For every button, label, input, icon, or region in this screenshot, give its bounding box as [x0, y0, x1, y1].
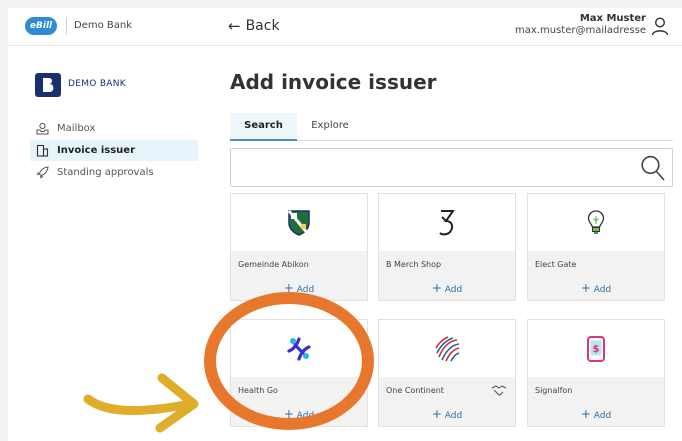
demo-bank-logo-icon	[35, 73, 61, 97]
add-label: Add	[444, 285, 463, 295]
issuer-card-b-merch-shop[interactable]: B Merch Shop + Add	[378, 193, 516, 301]
issuer-card-elect-gate[interactable]: Elect Gate + Add	[527, 193, 665, 301]
plus-icon: +	[580, 281, 591, 295]
back-label: Back	[245, 18, 280, 34]
add-issuer-button[interactable]: + Add	[231, 407, 367, 421]
search-input[interactable]	[230, 148, 673, 187]
card-logo-area	[379, 194, 515, 251]
card-logo-area	[231, 194, 367, 251]
add-issuer-button[interactable]: + Add	[528, 407, 664, 421]
add-label: Add	[593, 411, 612, 421]
mailbox-icon	[36, 122, 49, 135]
sidebar-item-label: Standing approvals	[57, 167, 154, 178]
add-issuer-button[interactable]: + Add	[528, 281, 664, 295]
sidebar-item-standing-approvals[interactable]: Standing approvals	[30, 162, 198, 183]
plus-icon: +	[431, 281, 442, 295]
back-arrow-icon: ←	[228, 17, 241, 35]
rocket-icon	[36, 166, 49, 179]
plus-icon: +	[283, 281, 294, 295]
add-issuer-button[interactable]: + Add	[231, 281, 367, 295]
user-name: Max Muster	[579, 13, 646, 24]
plus-icon: +	[431, 407, 442, 421]
issuer-card-signalfon[interactable]: $ Signalfon + Add	[527, 319, 665, 427]
add-label: Add	[296, 285, 315, 295]
sidebar-item-label: Invoice issuer	[57, 145, 136, 156]
plus-icon: +	[283, 407, 294, 421]
card-logo-area	[231, 320, 367, 377]
svg-text:$: $	[593, 344, 600, 355]
tab-bar: Search Explore	[230, 113, 673, 141]
back-button[interactable]: ← Back	[228, 17, 280, 35]
bank-name: Demo Bank	[74, 20, 133, 31]
health-go-logo-icon	[287, 336, 311, 361]
tab-explore[interactable]: Explore	[297, 113, 363, 141]
page-title: Add invoice issuer	[230, 70, 437, 94]
add-label: Add	[296, 411, 315, 421]
card-logo-area	[379, 320, 515, 377]
window-frame-top	[0, 0, 682, 8]
top-bar: eBill Demo Bank ← Back Max Muster max.mu…	[8, 8, 682, 46]
issuer-card-gemeinde-abikon[interactable]: Gemeinde Abikon + Add	[230, 193, 368, 301]
user-icon[interactable]	[650, 16, 670, 36]
add-issuer-button[interactable]: + Add	[379, 281, 515, 295]
plus-icon: +	[580, 407, 591, 421]
card-name: B Merch Shop	[386, 260, 442, 269]
top-divider	[66, 17, 67, 35]
add-label: Add	[593, 285, 612, 295]
add-issuer-button[interactable]: + Add	[379, 407, 515, 421]
window-frame-left	[0, 0, 8, 441]
sidebar-item-label: Mailbox	[57, 123, 96, 134]
handshake-icon	[491, 385, 507, 396]
add-label: Add	[444, 411, 463, 421]
shield-crest-icon	[288, 209, 310, 236]
issuer-card-health-go[interactable]: Health Go + Add	[230, 319, 368, 427]
card-name: Health Go	[238, 386, 278, 395]
demo-bank-logo-text: DEMO BANK	[68, 79, 126, 89]
globe-lines-icon	[435, 335, 460, 361]
search-icon[interactable]	[640, 154, 666, 182]
sidebar: DEMO BANK Mailbox Invoice issuer Standin…	[8, 46, 208, 441]
lightbulb-icon	[587, 209, 605, 234]
card-logo-area	[528, 194, 664, 251]
card-name: Elect Gate	[535, 260, 577, 269]
tab-search[interactable]: Search	[230, 113, 297, 141]
user-info[interactable]: Max Muster max.muster@mailadresse	[515, 13, 646, 37]
phone-dollar-icon: $	[587, 335, 605, 362]
card-logo-area: $	[528, 320, 664, 377]
card-name: One Continent	[386, 386, 444, 395]
building-icon	[36, 144, 49, 157]
issuer-card-one-continent[interactable]: One Continent + Add	[378, 319, 516, 427]
user-email: max.muster@mailadresse	[515, 25, 646, 36]
ebill-logo[interactable]: eBill	[25, 17, 57, 35]
sidebar-item-mailbox[interactable]: Mailbox	[30, 118, 198, 139]
card-name: Gemeinde Abikon	[238, 260, 309, 269]
card-name: Signalfon	[535, 386, 573, 395]
b-merch-logo-icon	[439, 209, 455, 235]
app-window: eBill Demo Bank ← Back Max Muster max.mu…	[8, 8, 682, 441]
sidebar-item-invoice-issuer[interactable]: Invoice issuer	[30, 140, 198, 161]
